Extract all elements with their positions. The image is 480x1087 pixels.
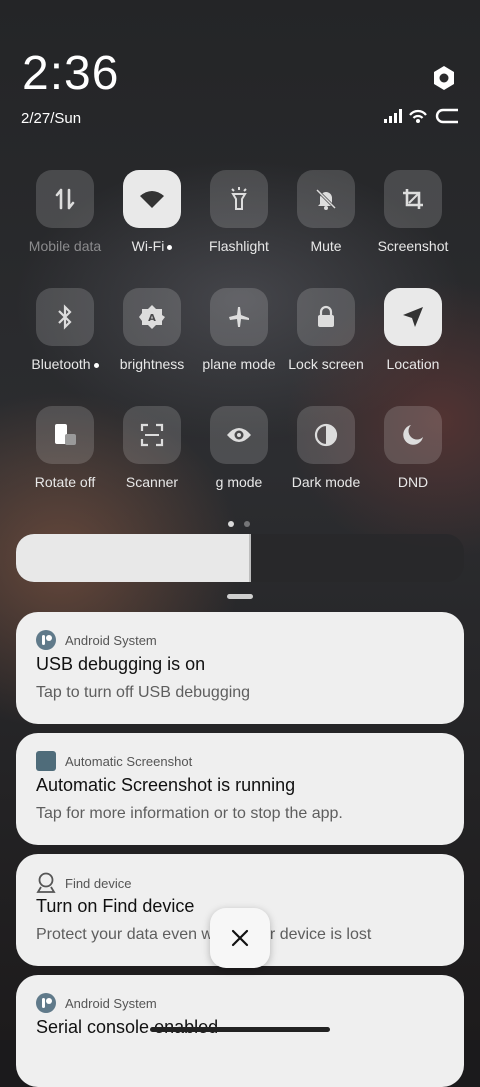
tile-label: Screenshot [377, 238, 449, 254]
tile-location[interactable]: Location [369, 288, 457, 372]
tile-label: Scanner [125, 474, 179, 490]
tile-dark-mode[interactable]: Dark mode [282, 406, 370, 490]
tile-label: Mobile data [28, 238, 102, 254]
notification-body: Protect your data even when your device … [36, 926, 372, 943]
tile-bluetooth[interactable]: Bluetooth [21, 288, 109, 372]
notification-title: Automatic Screenshot is running [36, 775, 296, 795]
mute-bell-icon [297, 170, 355, 228]
tile-airplane-mode[interactable]: plane mode [195, 288, 283, 372]
tile-rotate-off[interactable]: Rotate off [21, 406, 109, 490]
notification-app-name: Android System [65, 995, 157, 1011]
battery-icon [435, 108, 458, 124]
tile-dnd[interactable]: DND [369, 406, 457, 490]
tile-label: g mode [215, 474, 263, 490]
tile-label: plane mode [202, 356, 276, 372]
rotate-lock-icon [36, 406, 94, 464]
tile-label: Mute [310, 238, 342, 254]
tile-scanner[interactable]: Scanner [108, 406, 196, 490]
notification-usb-debugging[interactable]: Android System USB debugging is on Tap t… [16, 612, 464, 724]
tile-wifi[interactable]: Wi-Fi [108, 170, 196, 254]
tile-label: Wi-Fi [131, 238, 165, 254]
signal-icon [384, 109, 402, 123]
active-dot-icon [93, 362, 99, 368]
location-arrow-icon [384, 288, 442, 346]
tile-mute[interactable]: Mute [282, 170, 370, 254]
tile-label: Rotate off [34, 474, 96, 490]
home-gesture-bar[interactable] [150, 1027, 330, 1032]
airplane-icon [210, 288, 268, 346]
notification-app-name: Android System [65, 632, 157, 648]
mobile-data-icon [36, 170, 94, 228]
tile-label: Location [386, 356, 440, 372]
auto-brightness-icon: A [123, 288, 181, 346]
hotspot-icon [409, 109, 427, 123]
status-date: 2/27/Sun [21, 110, 82, 127]
brightness-slider[interactable] [16, 534, 464, 582]
tile-mobile-data[interactable]: Mobile data [21, 170, 109, 254]
svg-text:A: A [148, 313, 156, 324]
tile-brightness[interactable]: A brightness [108, 288, 196, 372]
tile-label: brightness [119, 356, 185, 372]
page-indicator [228, 521, 250, 527]
tile-label: Bluetooth [31, 356, 91, 372]
system-status-icons [384, 108, 460, 124]
bluetooth-icon [36, 288, 94, 346]
wifi-icon [123, 170, 181, 228]
notification-app-name: Automatic Screenshot [65, 753, 193, 769]
tile-screenshot[interactable]: Screenshot [369, 170, 457, 254]
tile-reading-mode[interactable]: g mode [195, 406, 283, 490]
android-system-icon [36, 630, 56, 650]
tile-label: Flashlight [209, 238, 269, 254]
active-dot-icon [167, 244, 173, 250]
page-dot-active [228, 521, 234, 527]
close-icon [231, 929, 249, 947]
notification-title: Turn on Find device [36, 896, 195, 916]
scanner-icon [123, 406, 181, 464]
clear-all-notifications-button[interactable] [210, 908, 270, 968]
eye-icon [210, 406, 268, 464]
notification-body: Tap to turn off USB debugging [36, 684, 251, 701]
tile-label: DND [397, 474, 429, 490]
flashlight-icon [210, 170, 268, 228]
notification-body: Tap for more information or to stop the … [36, 805, 343, 822]
tile-flashlight[interactable]: Flashlight [195, 170, 283, 254]
page-dot [244, 521, 250, 527]
notification-app-name: Find device [65, 875, 132, 891]
status-clock: 2:36 [22, 48, 119, 100]
lock-icon [297, 288, 355, 346]
moon-icon [384, 406, 442, 464]
dark-mode-icon [297, 406, 355, 464]
android-system-icon [36, 993, 56, 1013]
screenshot-crop-icon [384, 170, 442, 228]
tile-lock-screen[interactable]: Lock screen [282, 288, 370, 372]
tile-label: Dark mode [291, 474, 361, 490]
brightness-slider-fill [16, 534, 251, 582]
find-device-icon [36, 872, 56, 893]
drag-handle[interactable] [227, 594, 253, 599]
notification-title: USB debugging is on [36, 654, 206, 674]
tile-label: Lock screen [288, 356, 364, 372]
notification-automatic-screenshot[interactable]: Automatic Screenshot Automatic Screensho… [16, 733, 464, 845]
settings-gear-icon[interactable] [430, 64, 458, 92]
auto-screenshot-app-icon [36, 751, 56, 771]
clock-time: 2:36 [22, 47, 120, 100]
